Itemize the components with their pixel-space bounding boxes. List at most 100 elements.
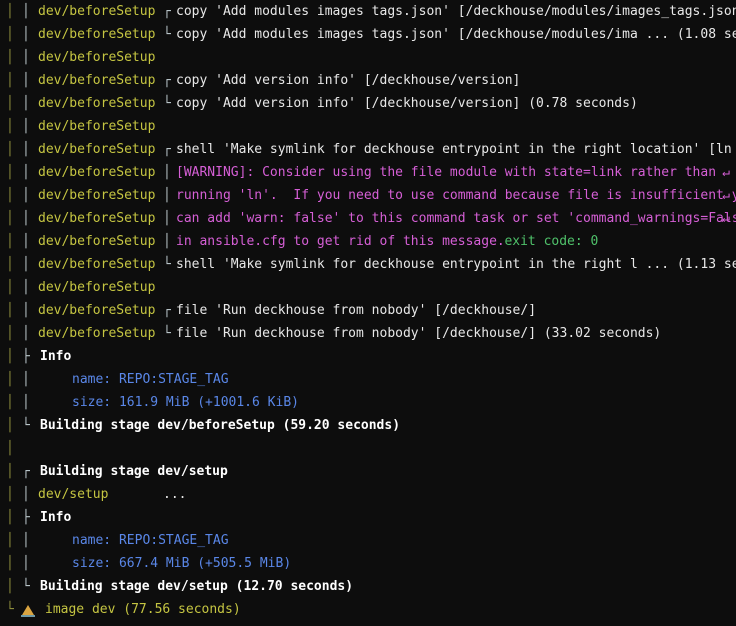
tree-pipe-outer: │ [6,303,14,318]
terminal-line: │ │ dev/beforeSetup └ shell 'Make symlink fo… [0,253,736,276]
stage-name: dev/beforeSetup [38,119,156,134]
tree-pipe-outer: │ [6,349,14,364]
line-wrap-arrow-icon: ↵ [722,165,730,180]
line-text: copy 'Add modules images tags.json' [/de… [176,27,736,42]
stage-name: dev/beforeSetup [38,257,156,272]
terminal-line: │ │ name: REPO:STAGE_TAG [0,368,736,391]
line-text: copy 'Add version info' [/deckhouse/vers… [176,73,521,88]
line-text: shell 'Make symlink for deckhouse entryp… [176,257,736,272]
line-text: running 'ln'. If you need to use command… [176,188,736,203]
tree-glyph-inner: │ [22,188,30,203]
line-text: copy 'Add version info' [/deckhouse/vers… [176,96,638,111]
stage-name: dev/beforeSetup [38,4,156,19]
terminal-line: │ │ size: 667.4 MiB (+505.5 MiB) [0,552,736,575]
line-text: Info [40,349,72,364]
terminal-line: │ │ dev/beforeSetup │ in ansible.cfg to get … [0,230,736,253]
line-text: Building stage dev/setup [40,464,228,479]
tree-pipe-outer: └ [6,602,14,617]
stage-name: dev/beforeSetup [38,96,156,111]
tree-glyph-inner: │ [22,280,30,295]
terminal-line: │ ┌ Building stage dev/setup [0,460,736,483]
terminal-line: │ │ dev/beforeSetup │ running 'ln'. If you n… [0,184,736,207]
line-text: image dev (77.56 seconds) [45,602,241,617]
stage-name: dev/beforeSetup [38,234,156,249]
terminal-line: │ │ dev/beforeSetup [0,276,736,299]
terminal-line: │ │ name: REPO:STAGE_TAG [0,529,736,552]
terminal-line: │ │ dev/beforeSetup ┌ shell 'Make symlink fo… [0,138,736,161]
terminal-line: │ ├ Info [0,506,736,529]
stage-name: dev/beforeSetup [38,73,156,88]
line-wrap-arrow-icon: ↵ [722,188,730,203]
tree-pipe-outer: │ [6,165,14,180]
line-text: file 'Run deckhouse from nobody' [/deckh… [176,303,537,318]
tree-glyph-message: │ [163,211,171,226]
tree-glyph-inner: │ [22,257,30,272]
line-text: copy 'Add modules images tags.json' [/de… [176,4,736,19]
stage-name: dev/setup [38,487,109,502]
tree-pipe-outer: │ [6,73,14,88]
tree-pipe-outer: │ [6,556,14,571]
tree-glyph-inner: │ [22,211,30,226]
tree-pipe-outer: │ [6,441,14,456]
tree-glyph-inner: │ [22,487,30,502]
terminal-line: │ │ dev/beforeSetup [0,115,736,138]
tree-pipe-outer: │ [6,280,14,295]
terminal-line: │ │ size: 161.9 MiB (+1001.6 KiB) [0,391,736,414]
stage-name: dev/beforeSetup [38,142,156,157]
line-text: in ansible.cfg to get rid of this messag… [176,234,505,249]
tree-pipe-outer: │ [6,27,14,42]
line-text: can add 'warn: false' to this command ta… [176,211,736,226]
tree-pipe-outer: │ [6,188,14,203]
info-entry: name: REPO:STAGE_TAG [72,533,229,548]
terminal-line: │ │ dev/beforeSetup ┌ copy 'Add version info… [0,69,736,92]
tree-pipe-outer: │ [6,96,14,111]
tree-glyph-inner: │ [22,303,30,318]
terminal-line: │ │ dev/beforeSetup [0,46,736,69]
terminal-line: │ └ Building stage dev/beforeSetup (59.20 … [0,414,736,437]
stage-name: dev/beforeSetup [38,303,156,318]
tree-glyph-message: └ [163,257,171,272]
tree-glyph-inner: │ [22,533,30,548]
tree-glyph-inner: ├ [22,510,30,525]
line-text: Building stage dev/setup (12.70 seconds) [40,579,354,594]
terminal-output: │ │ dev/beforeSetup ┌ copy 'Add modules imag… [0,0,736,622]
tree-pipe-outer: │ [6,372,14,387]
tree-glyph-inner: │ [22,73,30,88]
terminal-line: │ │ dev/beforeSetup └ file 'Run deckhouse fr… [0,322,736,345]
tree-glyph-inner: │ [22,50,30,65]
info-entry: size: 667.4 MiB (+505.5 MiB) [72,556,292,571]
stage-name: dev/beforeSetup [38,50,156,65]
tree-glyph-inner: │ [22,326,30,341]
tree-glyph-message: ┌ [163,303,171,318]
terminal-line: │ │ dev/beforeSetup └ copy 'Add modules imag… [0,23,736,46]
line-text: [WARNING]: Consider using the file modul… [176,165,717,180]
terminal-line: └ image dev (77.56 seconds) [0,598,736,621]
tree-glyph-message: └ [163,27,171,42]
line-text: ... [163,487,187,502]
tree-pipe-outer: │ [6,211,14,226]
tree-pipe-outer: │ [6,119,14,134]
line-text: Info [40,510,72,525]
line-text: file 'Run deckhouse from nobody' [/deckh… [176,326,662,341]
tree-glyph-inner: ├ [22,349,30,364]
tree-glyph-inner: │ [22,4,30,19]
stage-name: dev/beforeSetup [38,211,156,226]
tree-glyph-inner: │ [22,119,30,134]
tree-pipe-outer: │ [6,487,14,502]
terminal-line: │ │ dev/beforeSetup │ can add 'warn: false' … [0,207,736,230]
terminal-line: │ │ dev/beforeSetup ┌ copy 'Add modules imag… [0,0,736,23]
terminal-line: │ ├ Info [0,345,736,368]
tree-pipe-outer: │ [6,234,14,249]
terminal-line: │ │ dev/setup... [0,483,736,506]
tree-glyph-inner: │ [22,142,30,157]
tree-pipe-outer: │ [6,326,14,341]
tree-glyph-message: └ [163,326,171,341]
werf-logo-icon [20,603,36,626]
terminal-line: │ └ Building stage dev/setup (12.70 second… [0,575,736,598]
tree-glyph-inner: │ [22,165,30,180]
stage-name: dev/beforeSetup [38,326,156,341]
exit-code: exit code: 0 [504,234,599,249]
tree-pipe-outer: │ [6,533,14,548]
tree-glyph-message: ┌ [163,4,171,19]
tree-glyph-message: │ [163,188,171,203]
